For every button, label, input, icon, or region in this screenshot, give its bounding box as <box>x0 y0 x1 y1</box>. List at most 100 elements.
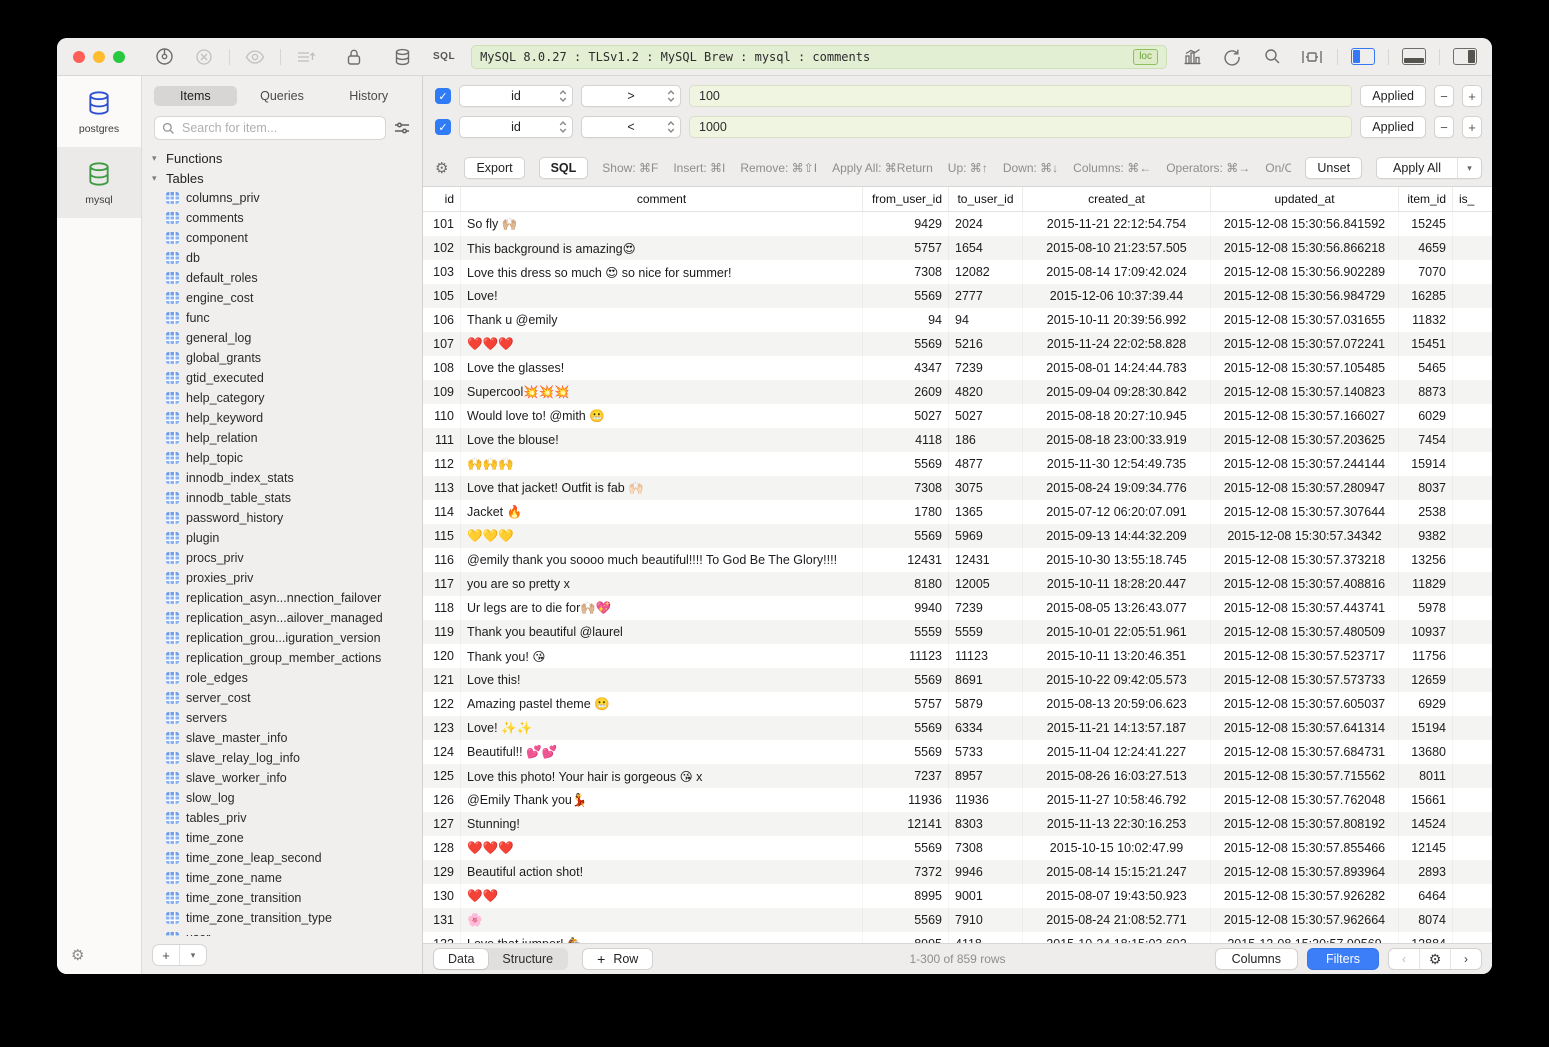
table-row[interactable]: 112 🙌🙌🙌 5569 4877 2015-11-30 12:54:49.73… <box>423 452 1492 476</box>
sidebar-table-item[interactable]: replication_grou...iguration_version <box>166 628 422 648</box>
column-header-is[interactable]: is_ <box>1453 187 1492 211</box>
toggle-right-panel-icon[interactable] <box>1450 46 1480 68</box>
commit-rows-icon[interactable] <box>291 46 321 68</box>
table-row[interactable]: 126 @Emily Thank you💃 11936 11936 2015-1… <box>423 788 1492 812</box>
sidebar-table-item[interactable]: component <box>166 228 422 248</box>
table-row[interactable]: 130 ❤️❤️ 8995 9001 2015-08-07 19:43:50.9… <box>423 884 1492 908</box>
column-header-from-user-id[interactable]: from_user_id <box>863 187 949 211</box>
lock-icon[interactable] <box>339 46 369 68</box>
tab-history[interactable]: History <box>327 86 410 106</box>
sidebar-table-item[interactable]: help_keyword <box>166 408 422 428</box>
page-settings-gear-icon[interactable]: ⚙ <box>1420 949 1450 969</box>
filter-field-select[interactable]: id <box>459 116 573 138</box>
table-row[interactable]: 102 This background is amazing😍 5757 165… <box>423 236 1492 260</box>
filter-value-input[interactable]: 1000 <box>689 116 1352 138</box>
table-row[interactable]: 127 Stunning! 12141 8303 2015-11-13 22:3… <box>423 812 1492 836</box>
column-header-id[interactable]: id <box>423 187 461 211</box>
sidebar-table-item[interactable]: user <box>166 928 422 936</box>
sidebar-table-item[interactable]: password_history <box>166 508 422 528</box>
filter-applied-button[interactable]: Applied <box>1360 116 1426 138</box>
add-item-button[interactable]: + <box>153 945 179 965</box>
table-row[interactable]: 123 Love! ✨✨ 5569 6334 2015-11-21 14:13:… <box>423 716 1492 740</box>
export-button[interactable]: Export <box>464 157 524 179</box>
sidebar-table-item[interactable]: time_zone_transition <box>166 888 422 908</box>
sidebar-table-item[interactable]: time_zone <box>166 828 422 848</box>
sidebar-table-item[interactable]: role_edges <box>166 668 422 688</box>
table-row[interactable]: 129 Beautiful action shot! 7372 9946 201… <box>423 860 1492 884</box>
sidebar-table-item[interactable]: slave_worker_info <box>166 768 422 788</box>
settings-gear-icon[interactable]: ⚙ <box>71 946 84 964</box>
table-row[interactable]: 109 Supercool💥💥💥 2609 4820 2015-09-04 09… <box>423 380 1492 404</box>
columns-button[interactable]: Columns <box>1215 948 1298 970</box>
sidebar-table-item[interactable]: innodb_table_stats <box>166 488 422 508</box>
add-item-menu-button[interactable]: ▾ <box>180 945 206 965</box>
remove-filter-button[interactable]: − <box>1434 85 1454 107</box>
sidebar-table-item[interactable]: server_cost <box>166 688 422 708</box>
filter-enabled-checkbox[interactable]: ✓ <box>435 88 451 104</box>
database-icon[interactable] <box>387 46 417 68</box>
tab-queries[interactable]: Queries <box>241 86 324 106</box>
table-row[interactable]: 114 Jacket 🔥 1780 1365 2015-07-12 06:20:… <box>423 500 1492 524</box>
connection-postgres[interactable]: postgres <box>57 76 141 147</box>
sidebar-table-item[interactable]: procs_priv <box>166 548 422 568</box>
table-row[interactable]: 125 Love this photo! Your hair is gorgeo… <box>423 764 1492 788</box>
filter-operator-select[interactable]: < <box>581 116 681 138</box>
table-row[interactable]: 119 Thank you beautiful @laurel 5559 555… <box>423 620 1492 644</box>
chart-icon[interactable] <box>1177 46 1207 68</box>
table-row[interactable]: 108 Love the glasses! 4347 7239 2015-08-… <box>423 356 1492 380</box>
connection-status-field[interactable]: MySQL 8.0.27 : TLSv1.2 : MySQL Brew : my… <box>471 45 1167 69</box>
sidebar-table-item[interactable]: gtid_executed <box>166 368 422 388</box>
tree-section-functions[interactable]: ▾ Functions <box>152 148 422 168</box>
filter-applied-button[interactable]: Applied <box>1360 85 1426 107</box>
sidebar-table-item[interactable]: db <box>166 248 422 268</box>
sidebar-table-item[interactable]: tables_priv <box>166 808 422 828</box>
sidebar-table-item[interactable]: comments <box>166 208 422 228</box>
filter-sliders-icon[interactable] <box>394 121 410 135</box>
filter-field-select[interactable]: id <box>459 85 573 107</box>
cancel-circle-icon[interactable] <box>189 46 219 68</box>
column-header-item-id[interactable]: item_id <box>1399 187 1453 211</box>
table-row[interactable]: 132 Love that jumper! 🏇 8995 4118 2015-1… <box>423 932 1492 943</box>
connection-target-icon[interactable] <box>149 46 179 68</box>
sidebar-table-item[interactable]: innodb_index_stats <box>166 468 422 488</box>
search-icon[interactable] <box>1257 46 1287 68</box>
sidebar-table-item[interactable]: help_category <box>166 388 422 408</box>
table-row[interactable]: 110 Would love to! @mith 😬 5027 5027 201… <box>423 404 1492 428</box>
sidebar-table-item[interactable]: help_topic <box>166 448 422 468</box>
add-filter-button[interactable]: + <box>1462 116 1482 138</box>
search-input[interactable] <box>180 120 378 136</box>
sidebar-table-item[interactable]: proxies_priv <box>166 568 422 588</box>
sidebar-table-item[interactable]: default_roles <box>166 268 422 288</box>
sidebar-table-item[interactable]: engine_cost <box>166 288 422 308</box>
sidebar-table-item[interactable]: time_zone_transition_type <box>166 908 422 928</box>
add-row-button[interactable]: + Row <box>582 948 653 970</box>
table-row[interactable]: 107 ❤️❤️❤️ 5569 5216 2015-11-24 22:02:58… <box>423 332 1492 356</box>
column-header-created-at[interactable]: created_at <box>1023 187 1211 211</box>
zoom-window-button[interactable] <box>113 51 125 63</box>
column-header-to-user-id[interactable]: to_user_id <box>949 187 1023 211</box>
table-row[interactable]: 111 Love the blouse! 4118 186 2015-08-18… <box>423 428 1492 452</box>
sidebar-table-item[interactable]: func <box>166 308 422 328</box>
sidebar-table-item[interactable]: time_zone_name <box>166 868 422 888</box>
sidebar-table-item[interactable]: global_grants <box>166 348 422 368</box>
close-window-button[interactable] <box>73 51 85 63</box>
table-row[interactable]: 128 ❤️❤️❤️ 5569 7308 2015-10-15 10:02:47… <box>423 836 1492 860</box>
sidebar-table-item[interactable]: replication_asyn...ailover_managed <box>166 608 422 628</box>
table-row[interactable]: 121 Love this! 5569 8691 2015-10-22 09:4… <box>423 668 1492 692</box>
filter-value-input[interactable]: 100 <box>689 85 1352 107</box>
tree-section-tables[interactable]: ▾ Tables <box>152 168 422 188</box>
sidebar-table-item[interactable]: help_relation <box>166 428 422 448</box>
tab-structure[interactable]: Structure <box>488 949 567 969</box>
table-row[interactable]: 103 Love this dress so much 😍 so nice fo… <box>423 260 1492 284</box>
table-row[interactable]: 122 Amazing pastel theme 😬 5757 5879 201… <box>423 692 1492 716</box>
next-page-icon[interactable]: › <box>1451 949 1481 969</box>
sidebar-table-item[interactable]: slow_log <box>166 788 422 808</box>
sidebar-table-item[interactable]: slave_master_info <box>166 728 422 748</box>
filter-operator-select[interactable]: > <box>581 85 681 107</box>
column-header-comment[interactable]: comment <box>461 187 863 211</box>
table-row[interactable]: 116 @emily thank you soooo much beautifu… <box>423 548 1492 572</box>
filter-enabled-checkbox[interactable]: ✓ <box>435 119 451 135</box>
table-row[interactable]: 131 🌸 5569 7910 2015-08-24 21:08:52.771 … <box>423 908 1492 932</box>
sidebar-table-item[interactable]: replication_asyn...nnection_failover <box>166 588 422 608</box>
sidebar-table-item[interactable]: general_log <box>166 328 422 348</box>
